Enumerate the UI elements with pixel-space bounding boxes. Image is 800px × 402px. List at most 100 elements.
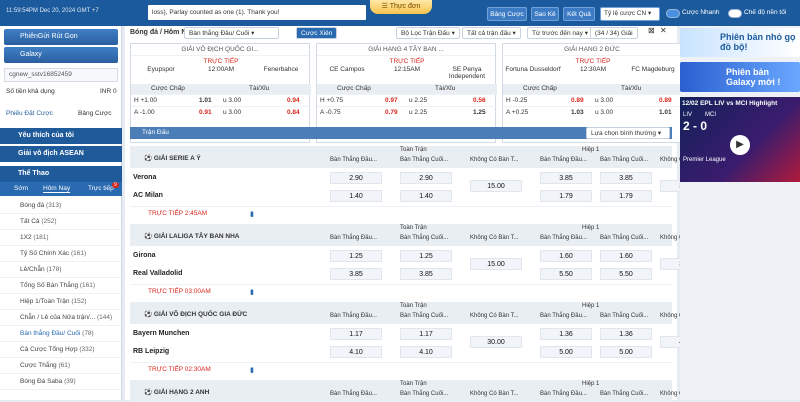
odds-cell[interactable]: 5.50 xyxy=(540,268,592,280)
odds-cell[interactable]: 5.00 xyxy=(600,346,652,358)
tab-early[interactable]: Sớm xyxy=(14,185,28,192)
odds-cell[interactable]: 1.40 xyxy=(400,190,452,202)
odds-cell[interactable]: 1.25 xyxy=(330,250,382,262)
quick-bet-toggle[interactable] xyxy=(666,9,680,18)
sport-list-count: (252) xyxy=(41,218,57,225)
sport-list-item[interactable]: Bóng đá (313) xyxy=(0,198,122,214)
odds-cell-no-goal[interactable]: 15.00 xyxy=(470,258,522,270)
card-odd[interactable]: 1.01 xyxy=(659,107,672,119)
dark-mode-toggle[interactable] xyxy=(728,9,742,18)
menu-button[interactable]: ☰ Thực đơn xyxy=(370,0,432,14)
sidebar-item-asean[interactable]: Giải vô địch ASEAN xyxy=(0,146,122,162)
col-header: Bàn Thắng Đầu... xyxy=(330,391,377,397)
odds-cell[interactable]: 3.85 xyxy=(400,268,452,280)
col-header: Bàn Thắng Cuối... xyxy=(600,235,649,241)
live-count-badge: 9 xyxy=(112,182,119,188)
league-name[interactable]: ⚽ GIẢI LALIGA TÂY BAN NHA xyxy=(144,232,239,240)
col-header: Bàn Thắng Đầu... xyxy=(330,157,377,163)
card-odds-grid: Cược Chấp Tài/Xỉu H +0.75 0.97 u 2.25 0.56 A -… xyxy=(317,84,497,118)
sport-list-item[interactable]: Cả Cược Tổng Hợp (332) xyxy=(0,342,122,358)
card-odds-row: H +0.75 0.97 u 2.25 0.56 xyxy=(317,94,497,106)
odds-cell[interactable]: 1.36 xyxy=(600,328,652,340)
odds-cell[interactable]: 5.50 xyxy=(600,268,652,280)
card-odd[interactable]: 1.03 xyxy=(571,107,584,119)
odds-cell-no-goal[interactable]: 15.00 xyxy=(470,180,522,192)
odds-cell[interactable]: 1.79 xyxy=(540,190,592,202)
stats-icon[interactable]: ▮ xyxy=(250,288,254,296)
col-header: Bàn Thắng Đầu... xyxy=(330,313,377,319)
league-header: ⚽ GIẢI SERIE A Ý Toàn Trận Hiệp 1 Bàn Thắng… xyxy=(130,146,709,168)
odds-cell[interactable]: 5.00 xyxy=(540,346,592,358)
ad-banner-2[interactable]: Phiên bản Galaxy mới ! xyxy=(680,62,800,92)
col-half-label: Hiệp 1 xyxy=(582,381,600,387)
bet-list-button[interactable]: Bảng Cược xyxy=(487,7,527,21)
tab-live[interactable]: Trực tiếp xyxy=(88,185,114,192)
league-name[interactable]: ⚽ GIẢI HẠNG 2 ANH xyxy=(144,388,209,396)
sport-list-count: (332) xyxy=(79,346,95,353)
tab-bet-slip[interactable]: Phiếu Đặt Cược xyxy=(6,110,53,117)
withdraw-button[interactable]: PhiênGửi Rút Gọn xyxy=(4,29,118,45)
odds-cell[interactable]: 2.90 xyxy=(330,172,382,184)
card-odd[interactable]: 1.25 xyxy=(473,107,486,119)
sport-list-item[interactable]: Lẻ/Chẵn (178) xyxy=(0,262,122,278)
odds-cell[interactable]: 1.60 xyxy=(540,250,592,262)
statement-button[interactable]: Sao Kê xyxy=(531,7,559,21)
tab-today[interactable]: Hôm Nay xyxy=(43,185,71,193)
sport-list-item[interactable]: Tỷ Số Chính Xác (161) xyxy=(0,246,122,262)
sidebar-item-favorites[interactable]: Yêu thích của tôi xyxy=(0,128,122,144)
card-odd[interactable]: 0.91 xyxy=(199,107,212,119)
sport-list-item[interactable]: 1X2 (181) xyxy=(0,230,122,246)
league-name[interactable]: ⚽ GIẢI SERIE A Ý xyxy=(144,154,201,162)
odds-cell[interactable]: 1.17 xyxy=(400,328,452,340)
col-header: Bàn Thắng Đầu... xyxy=(540,235,587,241)
home-team: Verona xyxy=(133,174,157,181)
sport-list-item[interactable]: Cược Thắng (61) xyxy=(0,358,122,374)
sport-list-item[interactable]: Chẵn / Lẻ của Nửa trận/... (144) xyxy=(0,310,122,326)
results-button[interactable]: Kết Quả xyxy=(563,7,595,21)
odds-cell-no-goal[interactable]: 30.00 xyxy=(470,336,522,348)
video-highlight[interactable]: 12/02 EPL LIV vs MCI Highlight LIV MCI 2… xyxy=(680,97,800,182)
card-odd[interactable]: 0.79 xyxy=(385,107,398,119)
ad-banner-1[interactable]: Phiên bản nhỏ gọ đồ bộ! xyxy=(680,28,800,57)
odds-cell[interactable]: 1.60 xyxy=(600,250,652,262)
card-odds-header: Cược Chấp Tài/Xỉu xyxy=(131,84,311,94)
stats-icon[interactable]: ▮ xyxy=(250,210,254,218)
sport-list-item[interactable]: Tổng Số Bàn Thắng (161) xyxy=(0,278,122,294)
odds-cell[interactable]: 3.85 xyxy=(540,172,592,184)
col-header: Không Có Bàn T... xyxy=(470,313,519,319)
odds-cell[interactable]: 1.36 xyxy=(540,328,592,340)
league-header: ⚽ GIẢI LALIGA TÂY BAN NHA Toàn Trận Hiệp 1… xyxy=(130,224,709,246)
odds-cell[interactable]: 4.10 xyxy=(400,346,452,358)
odds-cell[interactable]: 1.25 xyxy=(400,250,452,262)
card-home-team: Eyupspor xyxy=(147,66,175,73)
play-icon[interactable]: ▶ xyxy=(730,135,750,155)
sport-list-label: Chẵn / Lẻ của Nửa trận/... xyxy=(20,314,97,321)
odds-cell[interactable]: 2.90 xyxy=(400,172,452,184)
col-full-label: Toàn Trận xyxy=(400,147,427,153)
tab-bet-table[interactable]: Bảng Cược xyxy=(78,110,112,117)
league-name[interactable]: ⚽ GIẢI VÔ ĐỊCH QUỐC GIA ĐỨC xyxy=(144,310,247,318)
card-odd[interactable]: 0.84 xyxy=(287,107,300,119)
odds-cell[interactable]: 1.79 xyxy=(600,190,652,202)
username-field: cgnew_sstv16852459 xyxy=(4,68,118,82)
odds-cell[interactable]: 1.17 xyxy=(330,328,382,340)
sport-list-item[interactable]: Bàn thắng Đầu/ Cuối (78) xyxy=(0,326,122,342)
sport-list-count: (313) xyxy=(46,202,62,209)
galaxy-button[interactable]: Galaxy xyxy=(4,47,118,63)
sport-list-item[interactable]: Tất Cả (252) xyxy=(0,214,122,230)
sidebar-item-sports[interactable]: Thể Thao xyxy=(0,166,122,182)
sport-list-item[interactable]: Hiệp 1/Toàn Trận (152) xyxy=(0,294,122,310)
odds-cell[interactable]: 3.85 xyxy=(600,172,652,184)
card-home-team: CE Campos xyxy=(329,66,365,73)
view-select[interactable]: Lựa chọn bình thường ▾ xyxy=(586,127,670,139)
match-row: RB Leipzig 4.10 4.10 5.00 5.00 xyxy=(130,344,672,362)
menu-icon: ☰ xyxy=(381,3,388,10)
sport-list-item[interactable]: Bóng Đá Saba (39) xyxy=(0,374,122,390)
odds-cell[interactable]: 1.40 xyxy=(330,190,382,202)
odds-cell[interactable]: 4.10 xyxy=(330,346,382,358)
odds-cell[interactable]: 3.85 xyxy=(330,268,382,280)
col-header: Bàn Thắng Đầu... xyxy=(540,313,587,319)
card-away-team: SE Penya Independent xyxy=(448,66,486,80)
odds-type-select[interactable]: Tỷ lệ cược CN ▾ xyxy=(600,7,660,21)
stats-icon[interactable]: ▮ xyxy=(250,366,254,374)
